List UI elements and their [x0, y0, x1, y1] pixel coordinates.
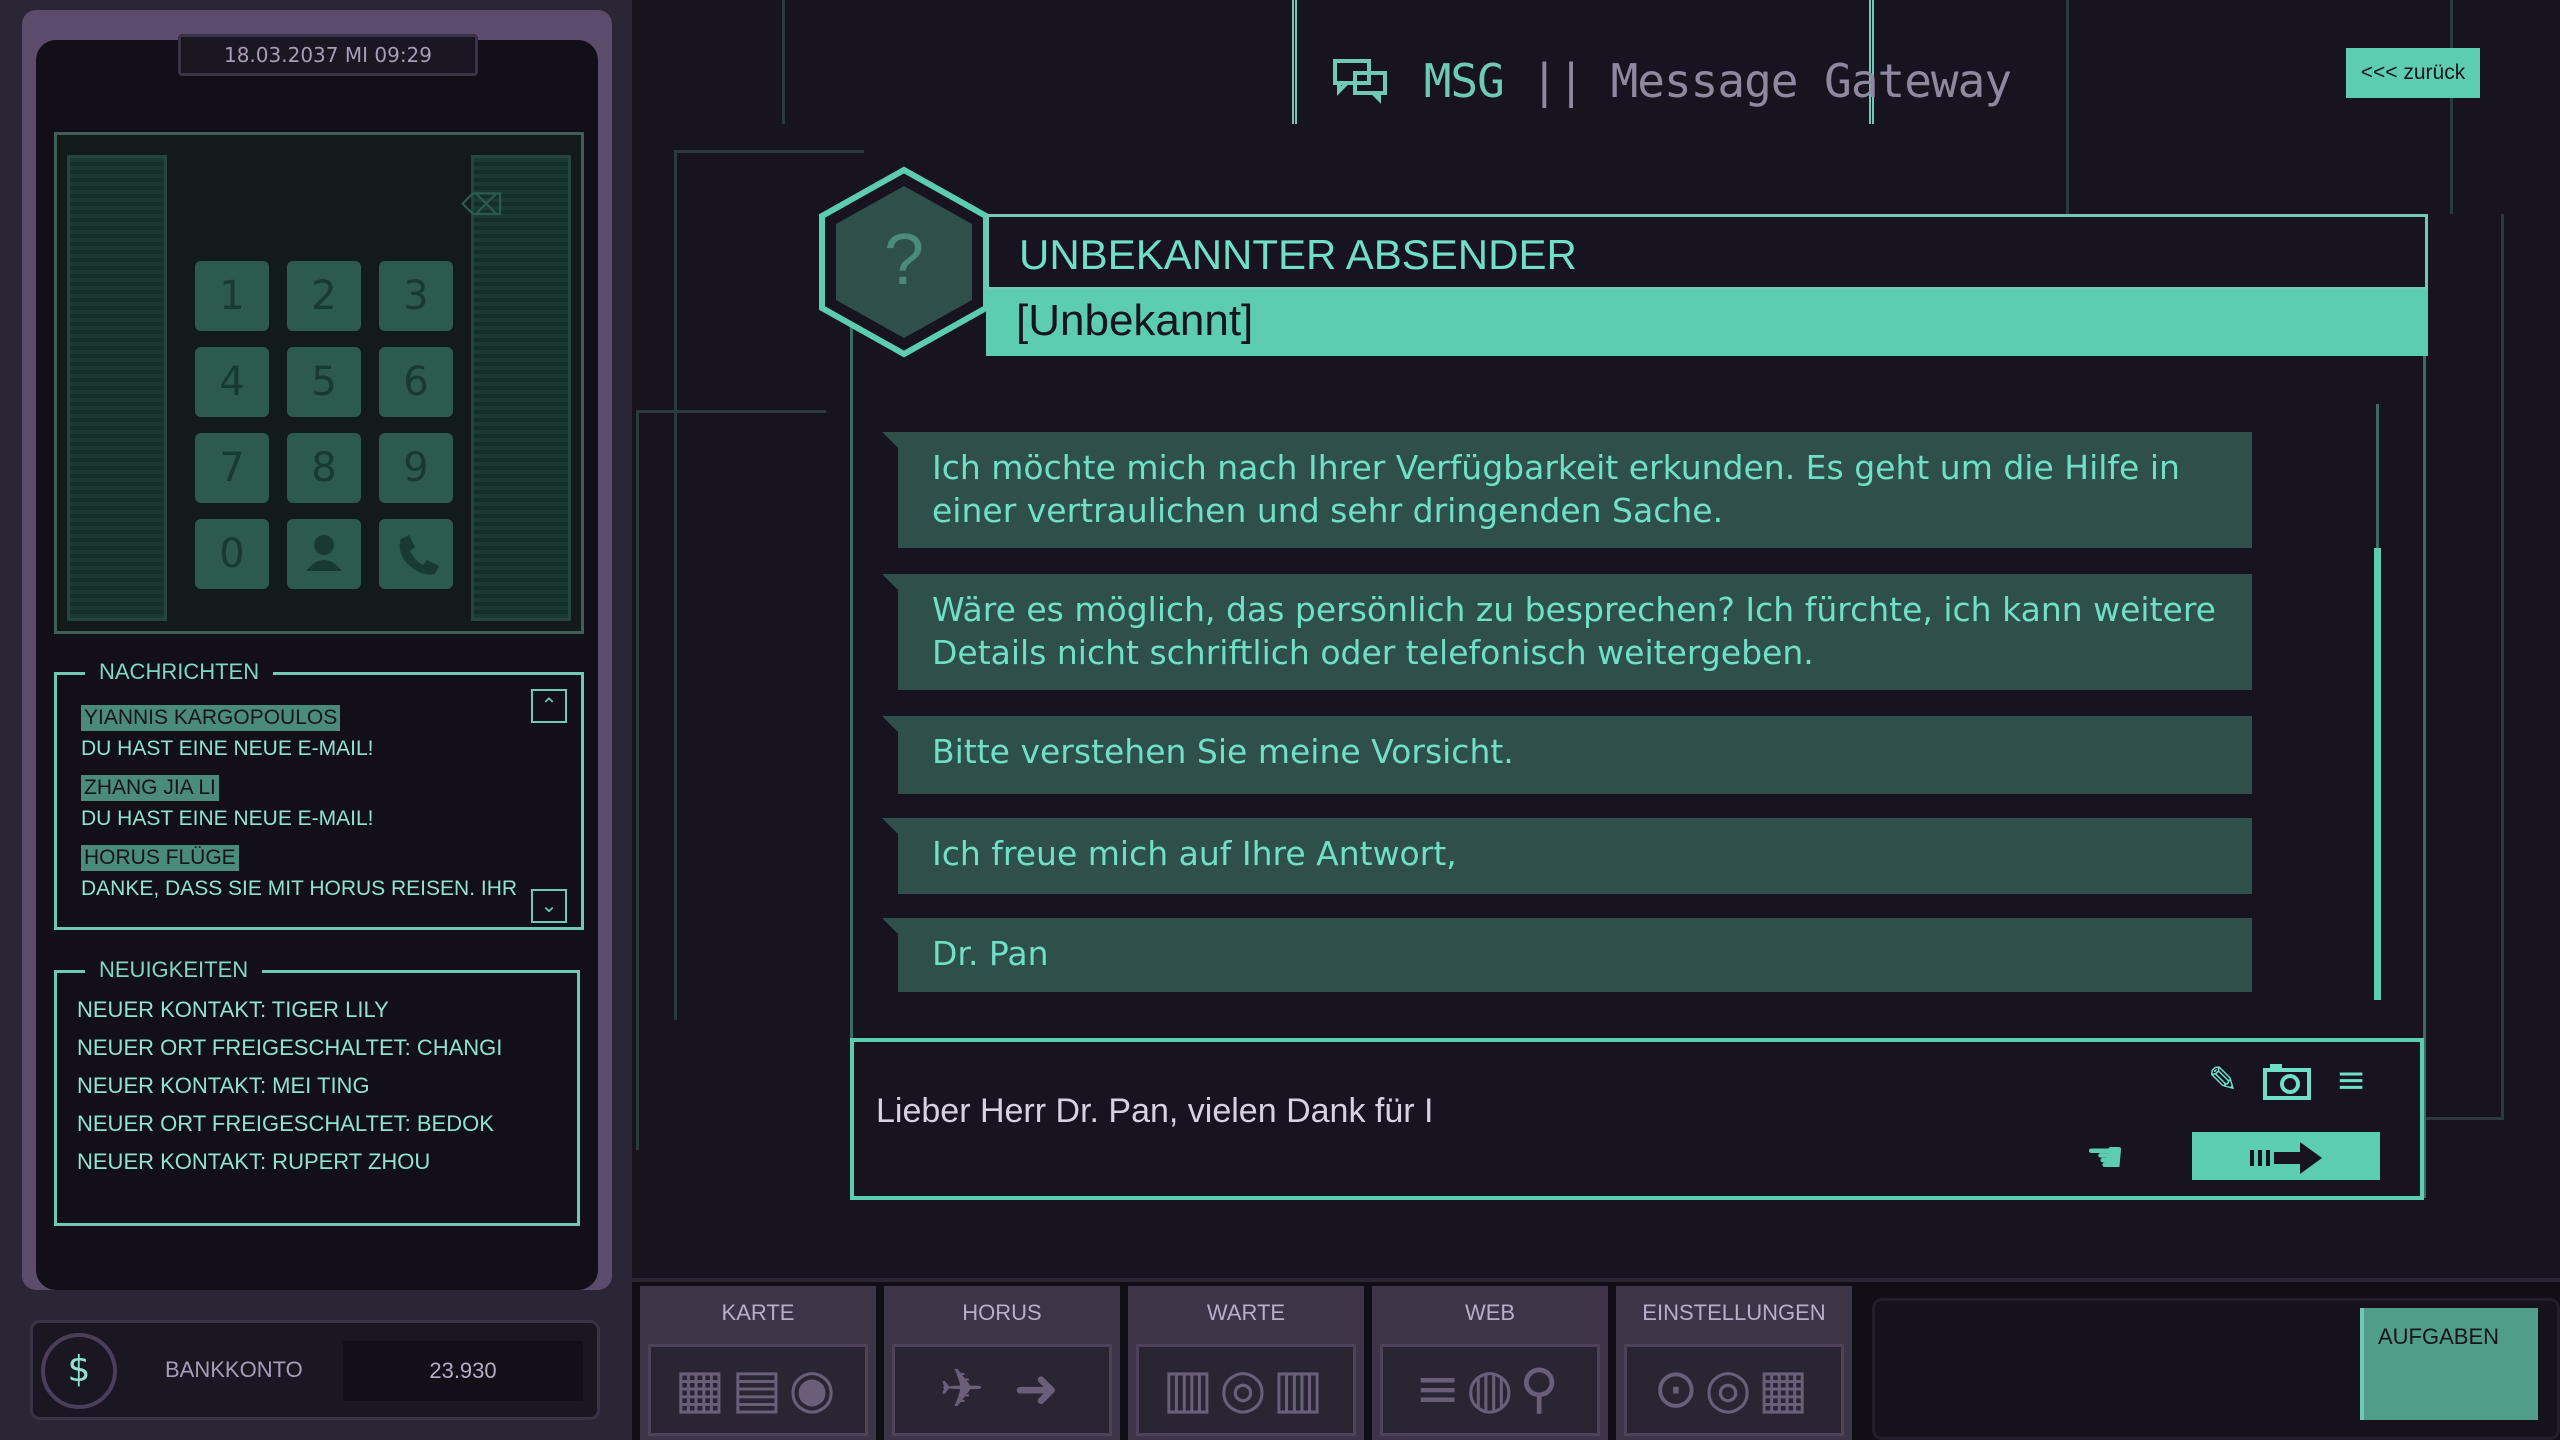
menu-icon[interactable]: ≡ [2326, 1058, 2376, 1104]
settings-icon: ⊙◎▦ [1624, 1344, 1844, 1436]
dial-key-4[interactable]: 4 [195, 347, 269, 417]
phone-call-icon [399, 535, 439, 575]
messages-box: NACHRICHTEN ⌃ ⌄ YIANNIS KARGOPOULOS DU H… [54, 659, 584, 930]
dial-key-5[interactable]: 5 [287, 347, 361, 417]
dock-button-warte[interactable]: WARTE ▥◎▥ [1128, 1286, 1364, 1440]
call-key[interactable] [379, 519, 453, 589]
message-sender[interactable]: HORUS FLÜGE [81, 845, 239, 871]
sender-name: UNBEKANNTER ABSENDER [1019, 231, 1577, 278]
message-bubble: Ich freue mich auf Ihre Antwort, [882, 818, 2252, 894]
sender-subtitle: [Unbekannt] [1016, 296, 1254, 345]
news-item: NEUER ORT FREIGESCHALTET: BEDOK [77, 1111, 494, 1136]
message-preview: DANKE, DASS SIE MIT HORUS REISEN. IHR [81, 877, 518, 900]
dialer-right-grille [471, 155, 571, 621]
message-bubble: Wäre es möglich, das persönlich zu bespr… [882, 574, 2252, 690]
phone-panel: 18.03.2037 MI 09:29 ⌫ 1 2 3 4 5 6 7 8 9 … [0, 0, 632, 1440]
dial-key-2[interactable]: 2 [287, 261, 361, 331]
message-bubble: Ich möchte mich nach Ihrer Verfügbarkeit… [882, 432, 2252, 548]
dollar-icon: $ [41, 1333, 117, 1409]
message-preview: DU HAST EINE NEUE E-MAIL! [81, 737, 374, 760]
bank-balance: 23.930 [343, 1341, 583, 1401]
message-sender[interactable]: ZHANG JIA LI [81, 775, 219, 801]
globe-icon: ≡◍⚲ [1380, 1344, 1600, 1436]
message-sender[interactable]: YIANNIS KARGOPOULOS [81, 705, 341, 731]
backspace-icon[interactable]: ⌫ [461, 189, 505, 223]
tasks-button[interactable]: AUFGABEN [2360, 1308, 2538, 1420]
scroll-down-icon[interactable]: ⌄ [531, 889, 567, 923]
messages-title: NACHRICHTEN [85, 659, 274, 685]
message-preview: DU HAST EINE NEUE E-MAIL! [81, 807, 374, 830]
tasks-label: AUFGABEN [2378, 1324, 2500, 1349]
contacts-key[interactable] [287, 519, 361, 589]
pencil-icon[interactable]: ✎ [2198, 1058, 2248, 1104]
news-item: NEUER ORT FREIGESCHALTET: CHANGI [77, 1035, 503, 1060]
map-icon: ▦▤◉ [648, 1344, 868, 1436]
app-header: MSG || Message Gateway [1292, 0, 2012, 124]
reply-composer[interactable]: Lieber Herr Dr. Pan, vielen Dank für I ✎… [850, 1038, 2424, 1200]
send-button[interactable] [2192, 1132, 2380, 1180]
dock-label: WARTE [1206, 1300, 1286, 1325]
contact-person-icon [306, 535, 342, 571]
dock-button-karte[interactable]: KARTE ▦▤◉ [640, 1286, 876, 1440]
avatar-symbol: ? [884, 220, 924, 300]
dialer: ⌫ 1 2 3 4 5 6 7 8 9 0 [54, 132, 584, 634]
scroll-up-icon[interactable]: ⌃ [531, 689, 567, 723]
dial-key-8[interactable]: 8 [287, 433, 361, 503]
dock-label: HORUS [962, 1300, 1042, 1325]
dock-label: KARTE [721, 1300, 795, 1325]
news-title: NEUIGKEITEN [85, 957, 263, 983]
title-separator: || [1530, 54, 1585, 108]
dock-button-einstellungen[interactable]: EINSTELLUNGEN ⊙◎▦ [1616, 1286, 1852, 1440]
dial-key-9[interactable]: 9 [379, 433, 453, 503]
wait-icon: ▥◎▥ [1136, 1344, 1356, 1436]
message-bubble: Dr. Pan [882, 918, 2252, 992]
dial-key-7[interactable]: 7 [195, 433, 269, 503]
game-screen: 18.03.2037 MI 09:29 ⌫ 1 2 3 4 5 6 7 8 9 … [0, 0, 2560, 1440]
send-arrow-icon [2250, 1141, 2322, 1174]
news-item: NEUER KONTAKT: RUPERT ZHOU [77, 1149, 431, 1174]
news-item: NEUER KONTAKT: TIGER LILY [77, 997, 389, 1022]
chat-bubbles-icon [1333, 59, 1387, 104]
plane-icon: ✈ ➜ [892, 1344, 1112, 1436]
dock-button-horus[interactable]: HORUS ✈ ➜ [884, 1286, 1120, 1440]
back-button[interactable]: <<< zurück [2346, 48, 2480, 98]
app-title: MSG || Message Gateway [1331, 54, 2012, 108]
bank-account: $ BANKKONTO 23.930 [30, 1320, 600, 1420]
conversation-scroll-thumb[interactable] [2374, 548, 2381, 1000]
bg-line [636, 410, 826, 1150]
bank-label: BANKKONTO [165, 1357, 303, 1382]
dial-key-1[interactable]: 1 [195, 261, 269, 331]
sender-subtitle-bar: [Unbekannt] [986, 290, 2428, 356]
dial-key-6[interactable]: 6 [379, 347, 453, 417]
app-short-name: MSG [1423, 54, 1505, 108]
reply-text[interactable]: Lieber Herr Dr. Pan, vielen Dank für I [876, 1092, 1433, 1131]
message-bubble: Bitte verstehen Sie meine Vorsicht. [882, 716, 2252, 794]
datetime-display: 18.03.2037 MI 09:29 [178, 34, 478, 76]
dial-key-0[interactable]: 0 [195, 519, 269, 589]
hand-cursor-icon: ☚ [2085, 1132, 2125, 1183]
app-full-name: Message Gateway [1610, 54, 2012, 108]
dock-label: WEB [1464, 1300, 1516, 1325]
sender-header: UNBEKANNTER ABSENDER [986, 214, 2428, 290]
dialer-left-grille [67, 155, 167, 621]
bg-line [782, 0, 785, 124]
dock-label: EINSTELLUNGEN [1642, 1300, 1826, 1325]
camera-icon[interactable] [2262, 1058, 2312, 1104]
news-item: NEUER KONTAKT: MEI TING [77, 1073, 370, 1098]
dial-key-3[interactable]: 3 [379, 261, 453, 331]
unknown-sender-avatar: ? [819, 166, 989, 358]
news-box: NEUIGKEITEN NEUER KONTAKT: TIGER LILY NE… [54, 957, 580, 1226]
bg-line [2066, 0, 2069, 214]
dock-button-web[interactable]: WEB ≡◍⚲ [1372, 1286, 1608, 1440]
bg-line [2424, 214, 2504, 1120]
bg-line [2450, 0, 2453, 214]
